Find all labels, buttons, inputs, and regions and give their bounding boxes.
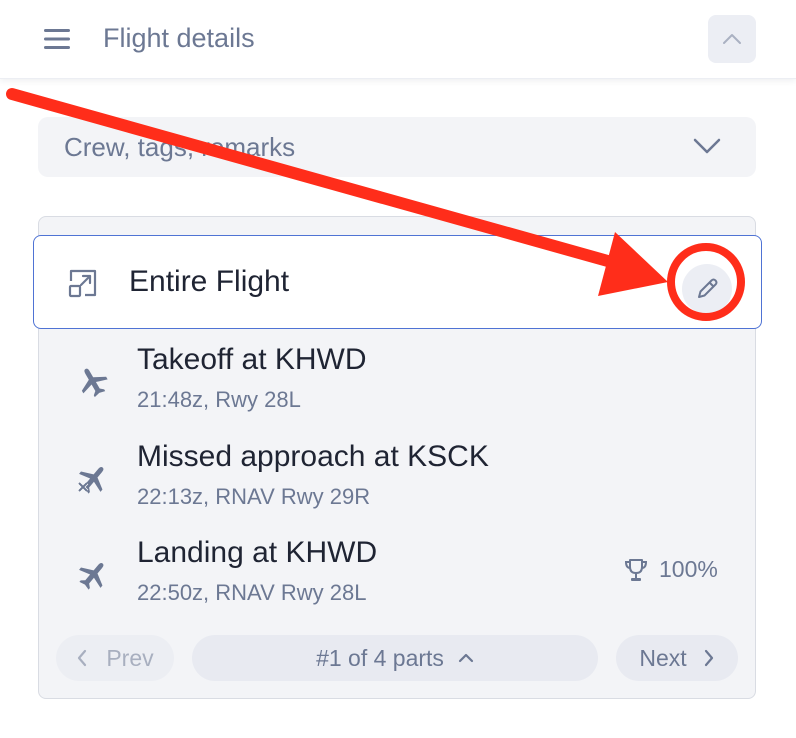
- entire-flight-row[interactable]: Entire Flight: [33, 235, 762, 329]
- takeoff-plane-icon: [81, 368, 108, 398]
- chevron-down-icon: [693, 138, 721, 154]
- collapse-button[interactable]: [708, 15, 756, 63]
- chevron-up-icon: [458, 653, 474, 663]
- event-row-landing[interactable]: Landing at KHWD 22:50z, RNAV Rwy 28L 100…: [38, 536, 754, 616]
- pencil-icon: [698, 278, 718, 298]
- parts-selector-button[interactable]: #1 of 4 parts: [192, 635, 598, 681]
- next-label: Next: [639, 644, 687, 671]
- crew-tags-remarks-dropdown[interactable]: Crew, tags, remarks: [38, 117, 756, 177]
- event-subtitle: 22:50z, RNAV Rwy 28L: [137, 580, 367, 605]
- event-subtitle: 22:13z, RNAV Rwy 29R: [137, 484, 371, 509]
- edit-button[interactable]: [682, 264, 732, 314]
- expand-icon: [68, 269, 97, 298]
- event-row-takeoff[interactable]: Takeoff at KHWD 21:48z, Rwy 28L: [38, 343, 754, 423]
- chevron-right-icon: [704, 649, 713, 667]
- parts-label: #1 of 4 parts: [316, 644, 444, 671]
- score-badge: 100%: [623, 556, 718, 583]
- missed-approach-plane-icon: [77, 466, 104, 494]
- page-title: Flight details: [103, 23, 255, 53]
- app-header: Flight details: [0, 0, 796, 79]
- chevron-up-icon: [723, 34, 741, 44]
- prev-button[interactable]: Prev: [56, 635, 174, 681]
- event-title: Takeoff at KHWD: [137, 343, 367, 376]
- landing-plane-icon: [79, 562, 104, 590]
- crew-tags-remarks-label: Crew, tags, remarks: [64, 132, 296, 162]
- chevron-left-icon: [78, 649, 87, 667]
- entire-flight-label: Entire Flight: [129, 265, 290, 298]
- event-title: Landing at KHWD: [137, 536, 378, 569]
- event-title: Missed approach at KSCK: [137, 440, 489, 473]
- hamburger-menu-icon[interactable]: [42, 26, 72, 52]
- event-subtitle: 21:48z, Rwy 28L: [137, 387, 301, 412]
- score-value: 100%: [659, 556, 718, 582]
- event-row-missed-approach[interactable]: Missed approach at KSCK 22:13z, RNAV Rwy…: [38, 440, 754, 520]
- prev-label: Prev: [106, 644, 154, 671]
- trophy-icon: [624, 558, 648, 581]
- next-button[interactable]: Next: [616, 635, 738, 681]
